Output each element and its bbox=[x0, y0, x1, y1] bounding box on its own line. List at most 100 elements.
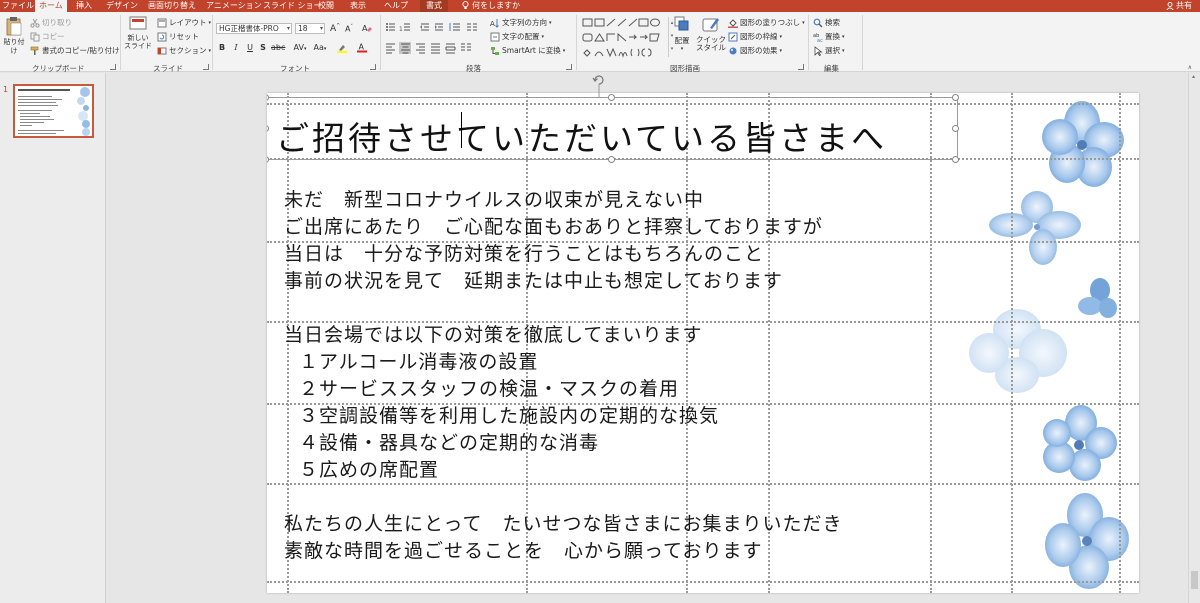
resize-handle[interactable] bbox=[952, 156, 959, 163]
resize-handle[interactable] bbox=[952, 94, 959, 101]
smartart-icon bbox=[491, 46, 499, 55]
replace-button[interactable]: ab ac 置換 ▾ bbox=[813, 31, 845, 42]
strikethrough-button[interactable]: abc bbox=[271, 43, 285, 52]
drawing-launcher[interactable] bbox=[798, 64, 804, 70]
chevron-down-icon[interactable]: ▾ bbox=[320, 24, 323, 33]
group-separator bbox=[120, 15, 121, 70]
increase-indent-icon[interactable] bbox=[435, 23, 443, 31]
new-slide-label: 新しい スライド bbox=[124, 34, 152, 50]
resize-handle[interactable] bbox=[267, 125, 269, 132]
tab-7[interactable]: 校閲 bbox=[318, 0, 334, 12]
text-line: 事前の状況を見て 延期または中止も想定しております bbox=[284, 270, 783, 292]
new-slide-button[interactable]: 新しい スライド bbox=[124, 16, 152, 50]
text-line: 素敵な時間を過ごせることを 心から願っております bbox=[284, 540, 763, 562]
change-case-button[interactable]: Aa▾ bbox=[310, 43, 330, 52]
select-label: 選択 bbox=[825, 46, 840, 55]
slide-title[interactable]: ご招待させていただいている皆さまへ bbox=[276, 112, 887, 160]
paragraph-launcher[interactable] bbox=[566, 64, 572, 70]
new-slide-icon bbox=[129, 16, 147, 30]
tab-9[interactable]: ヘルプ bbox=[384, 0, 408, 12]
shape-outline-label: 図形の枠線 bbox=[740, 32, 778, 41]
tab-6[interactable]: スライド ショー bbox=[263, 0, 322, 12]
slide-canvas[interactable]: ご招待させていただいている皆さまへ 未だ 新型コロナウイルスの収束が見えない中ご… bbox=[267, 93, 1139, 593]
quick-styles-button[interactable]: クイック スタイル bbox=[696, 16, 726, 52]
shapes-gallery[interactable] bbox=[582, 17, 666, 61]
shrink-font-button[interactable]: A˅ bbox=[344, 24, 354, 34]
title-placeholder[interactable]: ご招待させていただいている皆さまへ bbox=[267, 94, 959, 163]
text-direction-button[interactable]: A 文字列の方向 ▾ bbox=[490, 17, 552, 28]
section-button[interactable]: セクション ▾ bbox=[157, 45, 211, 56]
align-text-button[interactable]: 文字の配置 ▾ bbox=[490, 31, 544, 42]
shape-outline-button[interactable]: 図形の枠線 ▾ bbox=[728, 31, 782, 42]
tab-8[interactable]: 表示 bbox=[350, 0, 366, 12]
chevron-down-icon[interactable]: ▾ bbox=[287, 24, 290, 33]
decrease-indent-icon[interactable] bbox=[420, 23, 429, 31]
arrange-button[interactable]: 配置 ▾ bbox=[670, 16, 694, 54]
reset-button[interactable]: リセット bbox=[157, 31, 199, 42]
cut-label: 切り取り bbox=[42, 18, 72, 27]
shape-effects-button[interactable]: 図形の効果 ▾ bbox=[728, 45, 782, 56]
font-size-value: 18 bbox=[298, 24, 308, 33]
reset-label: リセット bbox=[169, 32, 199, 41]
resize-handle[interactable] bbox=[952, 125, 959, 132]
font-launcher[interactable] bbox=[370, 64, 376, 70]
font-size-combo[interactable]: 18 ▾ bbox=[295, 23, 325, 34]
collapse-ribbon-icon[interactable]: ∧ bbox=[1188, 64, 1192, 71]
scrollbar-thumb[interactable] bbox=[1191, 571, 1198, 589]
shape-fill-label: 図形の塗りつぶし bbox=[740, 18, 801, 27]
line-spacing-icon[interactable] bbox=[449, 23, 460, 31]
font-color-button[interactable]: A bbox=[354, 42, 370, 55]
layout-button[interactable]: レイアウト ▾ bbox=[157, 17, 211, 28]
tab-3[interactable]: デザイン bbox=[106, 0, 138, 12]
align-right-icon[interactable] bbox=[416, 43, 425, 54]
vertical-scrollbar[interactable]: ▴ bbox=[1188, 73, 1200, 603]
paste-button[interactable]: 貼り付け bbox=[1, 16, 27, 56]
tab-10[interactable]: 書式 bbox=[420, 0, 448, 12]
shape-fill-button[interactable]: 図形の塗りつぶし ▾ bbox=[728, 17, 805, 28]
font-name-combo[interactable]: HG正楷書体-PRO ▾ bbox=[216, 23, 292, 34]
character-spacing-button[interactable]: AV▾ bbox=[290, 43, 310, 52]
watercolor-flower-decoration bbox=[969, 101, 1129, 589]
rotate-handle-icon[interactable] bbox=[592, 73, 606, 99]
grow-font-button[interactable]: A^ bbox=[330, 23, 340, 34]
columns-icon[interactable] bbox=[467, 23, 477, 31]
scroll-up-icon[interactable]: ▴ bbox=[1192, 73, 1195, 80]
smartart-button[interactable]: SmartArt に変換 ▾ bbox=[490, 45, 565, 56]
tab-4[interactable]: 画面切り替え bbox=[148, 0, 196, 12]
resize-handle[interactable] bbox=[267, 94, 269, 101]
copy-button[interactable]: コピー bbox=[30, 31, 65, 42]
shadow-button[interactable]: S bbox=[258, 43, 268, 52]
tab-1[interactable]: ホーム bbox=[35, 0, 67, 12]
bullets-icon[interactable] bbox=[386, 23, 395, 31]
find-button[interactable]: 検索 bbox=[813, 17, 840, 28]
underline-button[interactable]: U bbox=[245, 43, 255, 52]
resize-handle[interactable] bbox=[608, 94, 615, 101]
share-button[interactable]: 共有 bbox=[1166, 0, 1192, 12]
italic-button[interactable]: I bbox=[231, 43, 241, 52]
cut-button[interactable]: 切り取り bbox=[30, 17, 72, 28]
column-align-icon[interactable] bbox=[461, 43, 471, 51]
bold-button[interactable]: B bbox=[217, 43, 227, 52]
align-left-icon[interactable] bbox=[386, 43, 395, 54]
resize-handle[interactable] bbox=[267, 156, 269, 163]
resize-handle[interactable] bbox=[608, 156, 615, 163]
clear-formatting-button[interactable]: A bbox=[362, 23, 372, 35]
copy-label: コピー bbox=[42, 32, 65, 41]
clipboard-launcher[interactable] bbox=[110, 64, 116, 70]
select-button[interactable]: 選択 ▾ bbox=[813, 45, 845, 56]
slide-editing-area: ご招待させていただいている皆さまへ 未だ 新型コロナウイルスの収束が見えない中ご… bbox=[107, 73, 1200, 603]
format-painter-button[interactable]: 書式のコピー/貼り付け bbox=[30, 45, 120, 56]
slides-launcher[interactable] bbox=[203, 64, 209, 70]
highlight-button[interactable] bbox=[334, 43, 350, 55]
tab-0[interactable]: ファイル bbox=[2, 0, 34, 12]
numbering-icon[interactable]: 1 bbox=[399, 23, 410, 33]
slide-thumbnail[interactable] bbox=[13, 84, 94, 138]
tell-me-box[interactable]: 何をしますか bbox=[462, 0, 520, 12]
body-text-box[interactable]: 未だ 新型コロナウイルスの収束が見えない中 ご出席にあたり ご心配な面もおありと拝… bbox=[284, 187, 842, 565]
tab-5[interactable]: アニメーション bbox=[206, 0, 262, 12]
highlighter-icon bbox=[337, 45, 347, 53]
justify-icon[interactable] bbox=[431, 43, 440, 54]
distributed-icon[interactable] bbox=[445, 43, 456, 54]
tab-2[interactable]: 挿入 bbox=[76, 0, 92, 12]
